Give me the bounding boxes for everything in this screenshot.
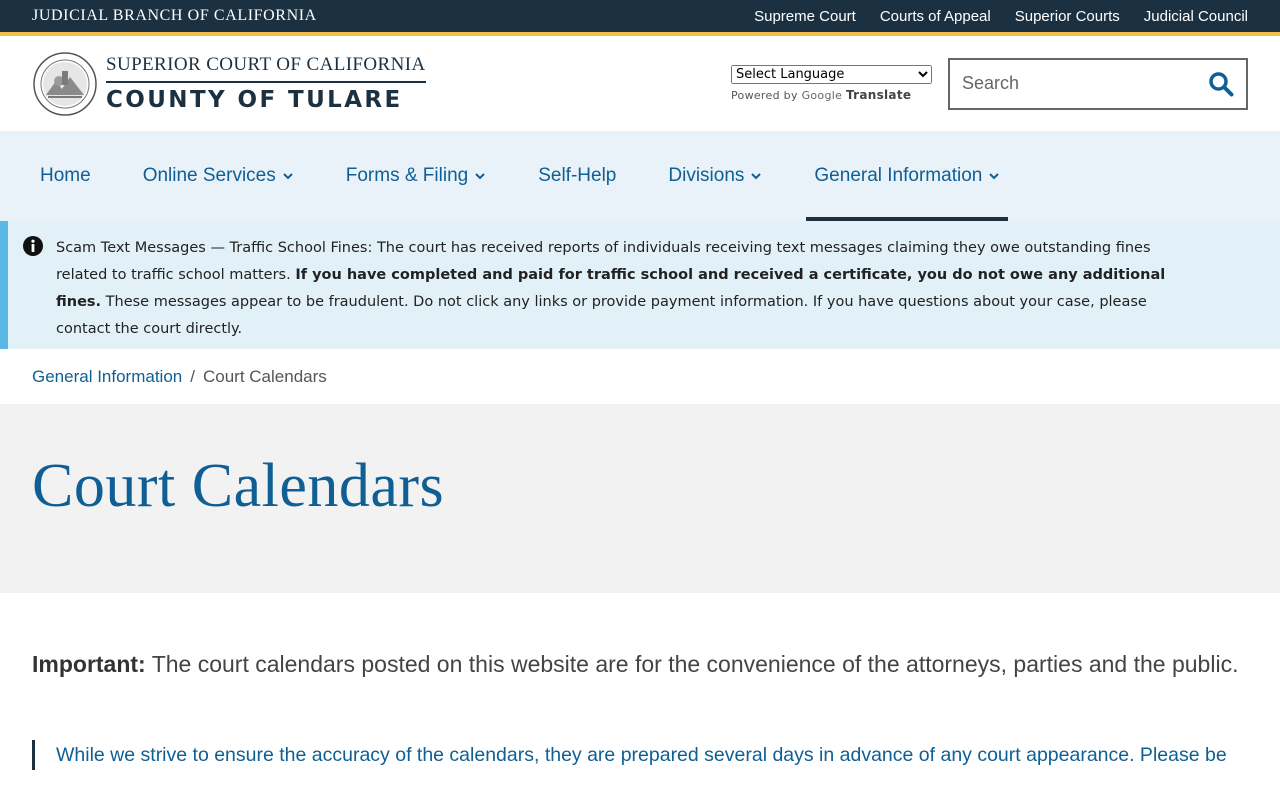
link-superior-courts[interactable]: Superior Courts	[1015, 8, 1120, 25]
page-title: Court Calendars	[32, 452, 445, 520]
chevron-down-icon	[475, 173, 485, 180]
important-notice: Important: The court calendars posted on…	[32, 645, 1248, 684]
alert-message: Scam Text Messages — Traffic School Fine…	[56, 235, 1186, 349]
main-nav: Home Online Services Forms & Filing Self…	[0, 131, 1280, 221]
nav-online-services[interactable]: Online Services	[135, 131, 302, 221]
important-text: The court calendars posted on this websi…	[145, 651, 1239, 677]
link-courts-of-appeal[interactable]: Courts of Appeal	[880, 8, 991, 25]
header-right: Select Language Powered by Google Transl…	[731, 57, 1248, 110]
nav-self-help-label: Self-Help	[538, 165, 617, 186]
nav-divisions[interactable]: Divisions	[660, 131, 770, 221]
search-box	[948, 57, 1248, 110]
breadcrumb: General Information / Court Calendars	[0, 349, 1280, 404]
top-links: Supreme Court Courts of Appeal Superior …	[754, 8, 1248, 25]
site-header: SUPERIOR COURT OF CALIFORNIA COUNTY OF T…	[0, 36, 1280, 131]
search-input[interactable]	[962, 73, 1182, 94]
google-logo[interactable]: Google	[802, 89, 843, 102]
logo-text: SUPERIOR COURT OF CALIFORNIA COUNTY OF T…	[106, 54, 426, 113]
quote-text: While we strive to ensure the accuracy o…	[56, 744, 1227, 766]
translate-label[interactable]: Translate	[846, 88, 911, 102]
nav-online-services-label: Online Services	[142, 165, 276, 186]
nav-divisions-label: Divisions	[668, 165, 745, 186]
chevron-down-icon	[751, 173, 762, 180]
chevron-down-icon	[283, 173, 293, 180]
powered-by-text: Powered by Google Translate	[731, 88, 932, 102]
nav-self-help[interactable]: Self-Help	[530, 131, 624, 221]
nav-home[interactable]: Home	[32, 131, 99, 221]
nav-home-label: Home	[40, 165, 91, 186]
judicial-branch-brand[interactable]: JUDICIAL BRANCH OF CALIFORNIA	[32, 7, 317, 25]
search-icon[interactable]	[1208, 71, 1234, 97]
google-translate: Select Language Powered by Google Transl…	[731, 65, 932, 102]
alert-banner: Scam Text Messages — Traffic School Fine…	[0, 221, 1280, 349]
main-content: Important: The court calendars posted on…	[0, 593, 1280, 770]
powered-by-label: Powered by	[731, 89, 798, 102]
site-logo[interactable]: SUPERIOR COURT OF CALIFORNIA COUNTY OF T…	[32, 51, 426, 117]
nav-forms-filing[interactable]: Forms & Filing	[338, 131, 494, 221]
breadcrumb-separator: /	[190, 366, 195, 386]
accuracy-quote: While we strive to ensure the accuracy o…	[32, 740, 1248, 770]
breadcrumb-general-information[interactable]: General Information	[32, 367, 182, 387]
logo-bottom-line: COUNTY OF TULARE	[106, 87, 403, 113]
important-label: Important:	[32, 651, 146, 677]
info-icon	[23, 236, 43, 256]
logo-top-line: SUPERIOR COURT OF CALIFORNIA	[106, 54, 426, 83]
nav-forms-filing-label: Forms & Filing	[345, 165, 469, 186]
top-utility-bar: JUDICIAL BRANCH OF CALIFORNIA Supreme Co…	[0, 0, 1280, 36]
link-judicial-council[interactable]: Judicial Council	[1144, 8, 1248, 25]
court-seal-icon	[33, 51, 97, 116]
nav-general-information-label: General Information	[814, 165, 983, 186]
language-select[interactable]: Select Language	[731, 65, 932, 84]
nav-general-information[interactable]: General Information	[806, 131, 1009, 221]
alert-text-2: These messages appear to be fraudulent. …	[56, 294, 1147, 337]
link-supreme-court[interactable]: Supreme Court	[754, 8, 856, 25]
breadcrumb-current: Court Calendars	[202, 366, 327, 386]
chevron-down-icon	[989, 173, 1000, 180]
alert-title: Scam Text Messages — Traffic School Fine…	[56, 240, 373, 256]
page-title-band: Court Calendars	[0, 404, 1280, 593]
